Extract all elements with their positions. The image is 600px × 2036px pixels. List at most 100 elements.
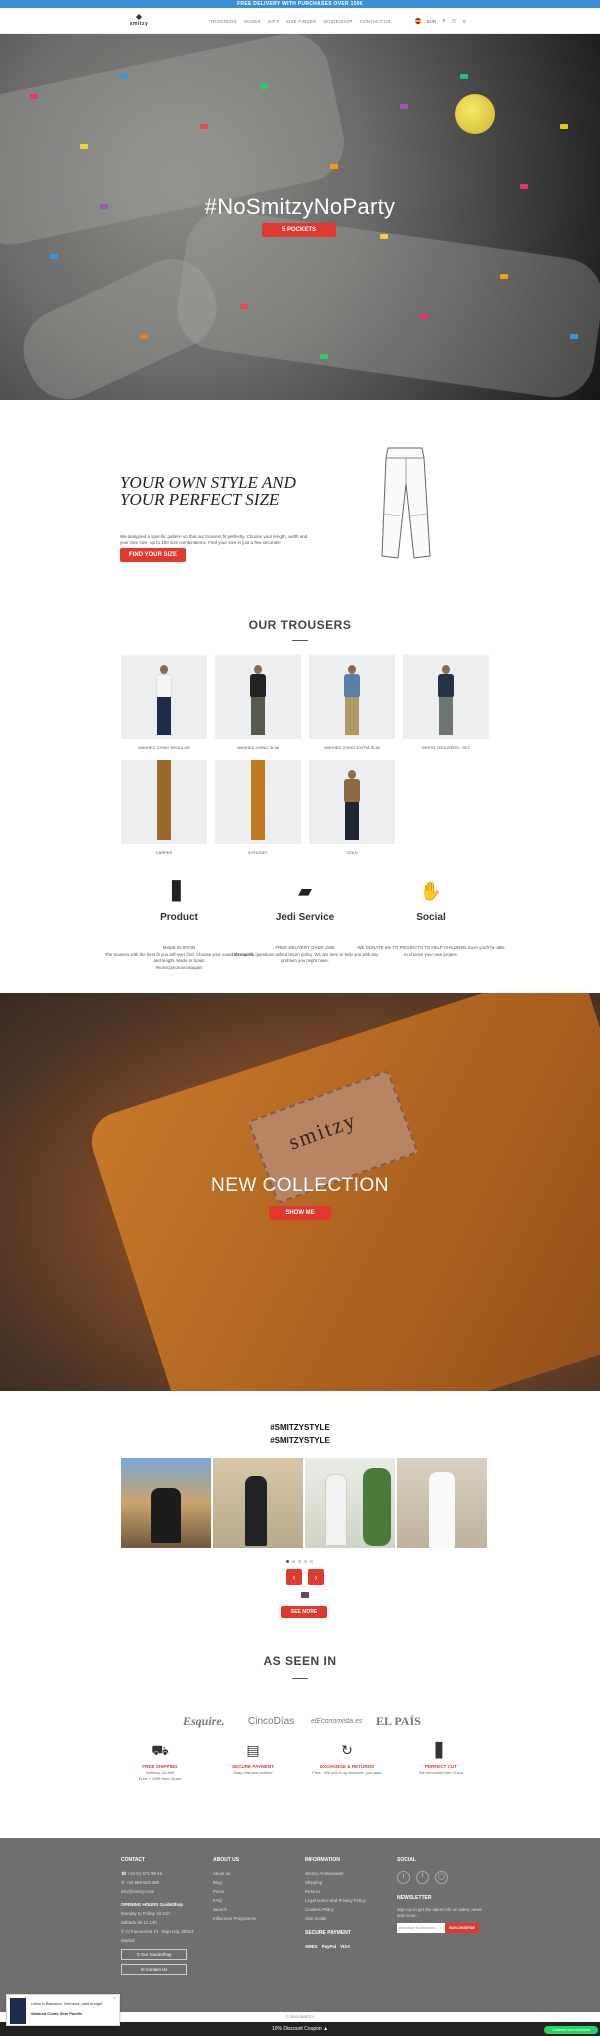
- see-more-button[interactable]: SEE MORE: [281, 1606, 327, 1618]
- carousel-dot[interactable]: [310, 1560, 313, 1563]
- spain-flag-icon[interactable]: [415, 18, 421, 24]
- carousel-next-button[interactable]: ›: [308, 1569, 324, 1585]
- footer-link[interactable]: Size Guide: [305, 1914, 390, 1923]
- jeans-fold: [10, 245, 230, 400]
- newsletter-email-input[interactable]: Introduce tu dirección...: [397, 1923, 445, 1933]
- twitter-icon[interactable]: t: [397, 1871, 410, 1884]
- product-image[interactable]: [121, 655, 207, 739]
- confetti: [140, 334, 148, 339]
- carousel-dots[interactable]: [286, 1560, 313, 1563]
- chat-button[interactable]: Chatear con nosotros: [544, 2026, 598, 2034]
- carousel-dot[interactable]: [298, 1560, 301, 1563]
- footer-information: INFORMATION Smitzy Ambassador Shipping R…: [305, 1856, 390, 1951]
- newsletter-subscribe-button[interactable]: SUSCRIBIRSE: [445, 1923, 479, 1933]
- nav-gift[interactable]: GIFT: [268, 19, 279, 24]
- confetti: [200, 124, 208, 129]
- carousel-dot[interactable]: [304, 1560, 307, 1563]
- product-name[interactable]: WASHED CHINO SLIM: [215, 745, 301, 750]
- carousel-pause-icon[interactable]: [301, 1592, 309, 1598]
- footer-link[interactable]: About us: [213, 1869, 293, 1878]
- visa-icon: VISA: [340, 1944, 351, 1949]
- carousel-dot[interactable]: [286, 1560, 289, 1563]
- product-name[interactable]: 5 POCKET: [215, 850, 301, 855]
- footer-link[interactable]: Blog: [213, 1878, 293, 1887]
- product-image[interactable]: [121, 760, 207, 844]
- press-logo-elpais: EL PAÍS: [376, 1714, 421, 1728]
- purchase-notification[interactable]: Unha in Barcelon, Gemena, paid bought Wa…: [6, 1994, 120, 2026]
- instagram-photo[interactable]: [305, 1458, 395, 1548]
- hero-banner[interactable]: #NoSmitzyNoParty 5 POCKETS: [0, 34, 600, 400]
- nav-shoes[interactable]: SHOES: [244, 19, 261, 24]
- product-image[interactable]: [215, 655, 301, 739]
- usp-perfect-cut: ▋ PERFECT CUT We reinvented the Chino: [386, 1742, 496, 1775]
- logo[interactable]: smitzy: [128, 14, 150, 27]
- facebook-icon[interactable]: f: [416, 1871, 429, 1884]
- product-card[interactable]: GOLD: [309, 760, 395, 855]
- hero-button[interactable]: 5 POCKETS: [262, 223, 336, 237]
- instagram-title: #SMITZYSTYLE: [270, 1423, 330, 1432]
- instagram-photo[interactable]: [397, 1458, 487, 1548]
- cart-icon[interactable]: 🛒: [452, 18, 457, 24]
- hero-title: #NoSmitzyNoParty: [204, 194, 396, 219]
- footer-link[interactable]: Cookies Policy: [305, 1905, 390, 1914]
- carousel-dot[interactable]: [292, 1560, 295, 1563]
- press-heading: AS SEEN IN: [263, 1654, 337, 1668]
- site-footer: CONTACT ☎ +34 91 572 99 46 ✆ +34 665 810…: [0, 1838, 600, 2012]
- product-name[interactable]: WASHED CHINO REGULAR: [121, 745, 207, 750]
- product-name[interactable]: DRESS TROUSERS - SET: [403, 745, 489, 750]
- cart-count: 0: [462, 18, 466, 24]
- nav-guideshop[interactable]: GUIDESHOP: [324, 19, 353, 24]
- press-logo-cincodias: CincoDías: [248, 1716, 295, 1727]
- feature-title: Social: [416, 912, 446, 923]
- size-section: YOUR OWN STYLE AND YOUR PERFECT SIZE We …: [0, 400, 600, 570]
- product-card[interactable]: DRESS TROUSERS - SET: [403, 655, 489, 750]
- product-card[interactable]: WASHED CHINO EXTRA SLIM: [309, 655, 395, 750]
- instagram-photo[interactable]: [213, 1458, 303, 1548]
- newsletter-form: Introduce tu dirección... SUSCRIBIRSE: [397, 1923, 487, 1933]
- collection-banner[interactable]: smitzy NEW COLLECTION SHOW ME: [0, 993, 600, 1391]
- currency-selector[interactable]: EUR: [427, 19, 436, 24]
- nav-size-finder[interactable]: SIZE FINDER: [286, 19, 317, 24]
- logo-mark-icon: [136, 14, 142, 20]
- footer-link[interactable]: Press: [213, 1887, 293, 1896]
- nav-contact[interactable]: CONTACT US: [360, 19, 391, 24]
- feature-social: ✋ Social WE DONATE 5% TO PROJECTS TO HEL…: [356, 880, 506, 958]
- product-name[interactable]: GOLD: [309, 850, 395, 855]
- footer-link[interactable]: Legal notice and Privacy Policy: [305, 1896, 390, 1905]
- product-card[interactable]: 5 POCKET: [215, 760, 301, 855]
- footer-link[interactable]: Smitzy Ambassador: [305, 1869, 390, 1878]
- footer-contact: CONTACT ☎ +34 91 572 99 46 ✆ +34 665 810…: [121, 1856, 201, 1975]
- contact-button[interactable]: ✉ Contact Us: [121, 1964, 187, 1975]
- product-name[interactable]: WASHED CHINO EXTRA SLIM: [309, 745, 395, 750]
- close-icon[interactable]: ×: [113, 1996, 116, 2002]
- footer-link[interactable]: FAQ: [213, 1896, 293, 1905]
- search-icon[interactable]: ⚲: [442, 18, 445, 24]
- phone-icon: ☎: [121, 1871, 128, 1876]
- footer-link[interactable]: Influencer Programme: [213, 1914, 293, 1923]
- guideshop-button[interactable]: ⚲ Our GuideShop: [121, 1949, 187, 1960]
- product-image[interactable]: [309, 655, 395, 739]
- footer-link[interactable]: Shipping: [305, 1878, 390, 1887]
- product-image[interactable]: [309, 760, 395, 844]
- instagram-photo[interactable]: [121, 1458, 211, 1548]
- nav-trousers[interactable]: TROUSERS: [210, 19, 237, 24]
- size-title: YOUR OWN STYLE AND YOUR PERFECT SIZE: [120, 473, 296, 509]
- product-card[interactable]: WASHED CHINO SLIM: [215, 655, 301, 750]
- product-image[interactable]: [215, 760, 301, 844]
- product-image[interactable]: [403, 655, 489, 739]
- paypal-icon: PayPal: [321, 1944, 337, 1949]
- product-name[interactable]: CARPER: [121, 850, 207, 855]
- payment-icons: AMEX PayPal VISA: [305, 1942, 390, 1951]
- confetti: [420, 314, 428, 319]
- show-me-button[interactable]: SHOW ME: [269, 1206, 331, 1220]
- instagram-subtitle: #SMITZYSTYLE: [270, 1436, 330, 1445]
- footer-link[interactable]: Returns: [305, 1887, 390, 1896]
- instagram-icon[interactable]: ◯: [435, 1871, 448, 1884]
- footer-link[interactable]: Search: [213, 1905, 293, 1914]
- confetti: [330, 164, 338, 169]
- product-card[interactable]: WASHED CHINO REGULAR: [121, 655, 207, 750]
- product-card[interactable]: CARPER: [121, 760, 207, 855]
- confetti: [80, 144, 88, 149]
- carousel-prev-button[interactable]: ‹: [286, 1569, 302, 1585]
- find-size-button[interactable]: FIND YOUR SIZE: [120, 548, 186, 562]
